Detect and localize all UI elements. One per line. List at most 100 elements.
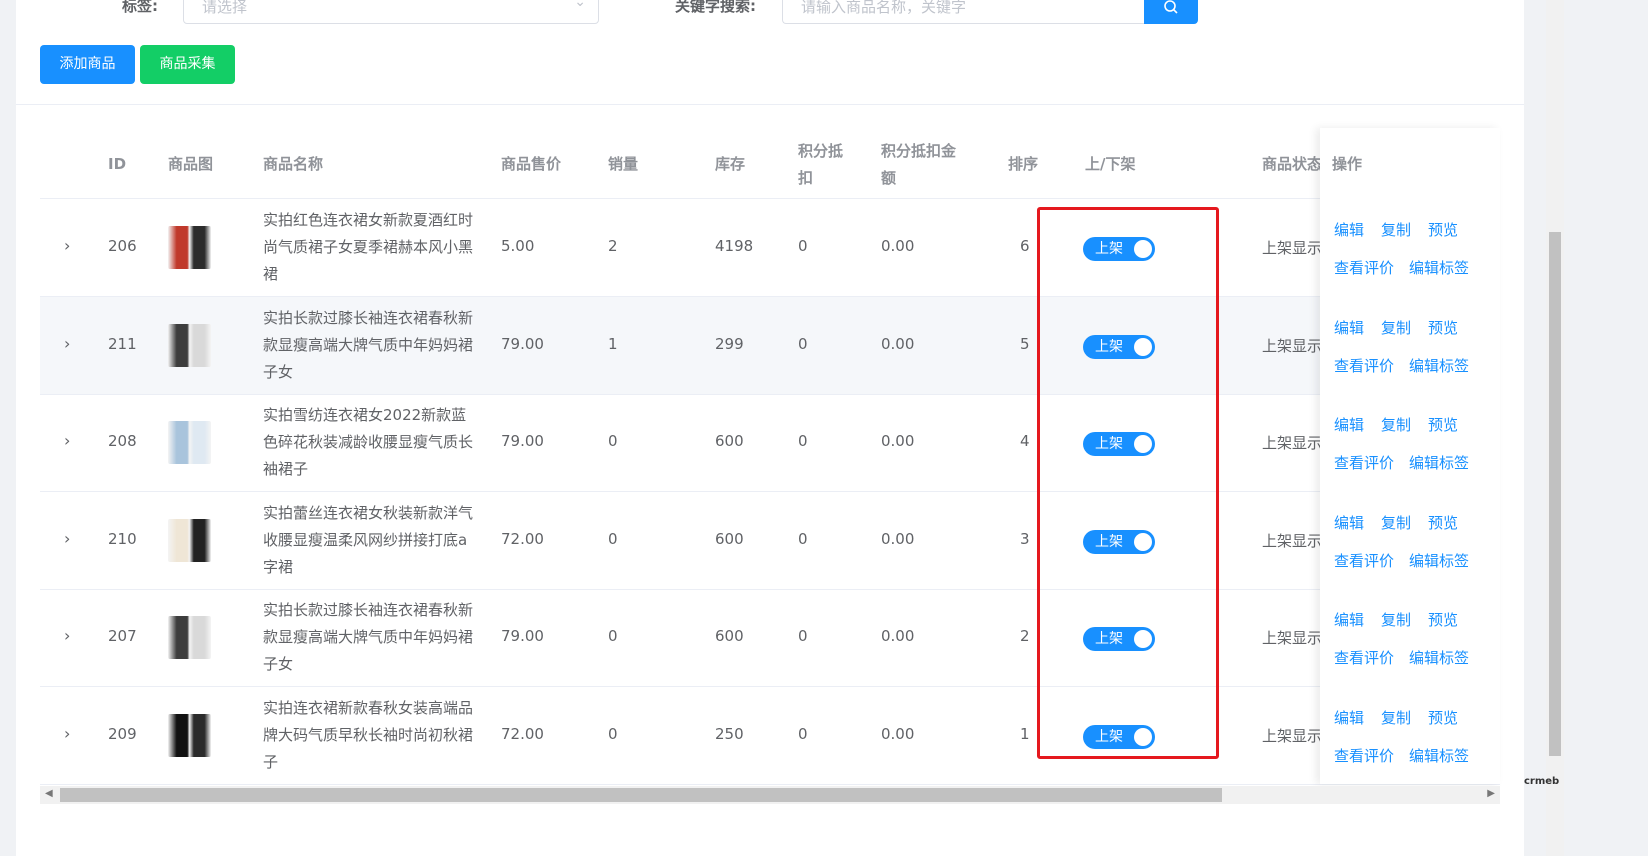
th-ops: 操作 xyxy=(1332,155,1363,173)
view-reviews-link[interactable]: 查看评价 xyxy=(1334,355,1394,376)
edit-tags-link[interactable]: 编辑标签 xyxy=(1409,647,1469,668)
cell-status: 上架显示 xyxy=(1262,239,1323,257)
cell-sort: 3 xyxy=(1020,529,1030,548)
cell-product-name: 实拍连衣裙新款春秋女装高端品牌大码气质早秋长袖时尚初秋裙子 xyxy=(263,698,474,771)
preview-link[interactable]: 预览 xyxy=(1428,609,1458,630)
search-button[interactable] xyxy=(1144,0,1198,24)
th-image: 商品图 xyxy=(168,155,214,173)
table-row: › 208 实拍雪纺连衣裙女2022新款蓝色碎花秋装减龄收腰显瘦气质长袖裙子 7… xyxy=(40,394,1500,492)
watermark: crmeb xyxy=(1524,776,1560,787)
edit-tags-link[interactable]: 编辑标签 xyxy=(1409,745,1469,766)
vertical-scrollbar[interactable] xyxy=(1546,0,1564,856)
edit-tags-link[interactable]: 编辑标签 xyxy=(1409,452,1469,473)
expand-row-icon[interactable]: › xyxy=(64,334,70,353)
cell-sales: 0 xyxy=(608,432,618,450)
copy-link[interactable]: 复制 xyxy=(1381,317,1411,338)
cell-points: 0 xyxy=(798,529,808,548)
th-points-deduct-line2: 扣 xyxy=(798,169,814,187)
edit-link[interactable]: 编辑 xyxy=(1334,609,1364,630)
edit-link[interactable]: 编辑 xyxy=(1334,219,1364,240)
cell-points-amount: 0.00 xyxy=(881,237,915,255)
product-thumbnail[interactable] xyxy=(168,323,211,367)
cell-status: 上架显示 xyxy=(1262,629,1323,647)
cell-points-amount: 0.00 xyxy=(881,627,915,645)
horizontal-scroll-thumb[interactable] xyxy=(60,788,1222,802)
th-points-amount-line2: 额 xyxy=(881,169,897,187)
cell-price: 5.00 xyxy=(501,237,535,255)
view-reviews-link[interactable]: 查看评价 xyxy=(1334,647,1394,668)
view-reviews-link[interactable]: 查看评价 xyxy=(1334,550,1394,571)
keyword-search-label: 关键字搜索: xyxy=(675,0,756,15)
collect-product-button[interactable]: 商品采集 xyxy=(140,45,235,84)
cell-price: 79.00 xyxy=(501,334,544,353)
edit-link[interactable]: 编辑 xyxy=(1334,414,1364,435)
cell-price: 79.00 xyxy=(501,432,544,450)
cell-sort: 6 xyxy=(1020,237,1030,255)
product-thumbnail[interactable] xyxy=(168,518,211,562)
expand-row-icon[interactable]: › xyxy=(64,626,70,645)
tag-select[interactable]: 请选择 ⌄ xyxy=(183,0,599,24)
preview-link[interactable]: 预览 xyxy=(1428,414,1458,435)
product-thumbnail[interactable] xyxy=(168,421,211,464)
expand-row-icon[interactable]: › xyxy=(64,724,70,743)
cell-id: 210 xyxy=(108,529,137,548)
copy-link[interactable]: 复制 xyxy=(1381,512,1411,533)
cell-sort: 5 xyxy=(1020,334,1030,353)
copy-link[interactable]: 复制 xyxy=(1381,414,1411,435)
edit-link[interactable]: 编辑 xyxy=(1334,512,1364,533)
search-icon xyxy=(1164,0,1178,14)
vertical-scroll-thumb[interactable] xyxy=(1549,232,1561,756)
add-product-button[interactable]: 添加商品 xyxy=(40,45,135,84)
edit-link[interactable]: 编辑 xyxy=(1334,707,1364,728)
preview-link[interactable]: 预览 xyxy=(1428,219,1458,240)
table-row: › 206 实拍红色连衣裙女新款夏酒红时尚气质裙子女夏季裙赫本风小黑裙 5.00… xyxy=(40,199,1500,297)
view-reviews-link[interactable]: 查看评价 xyxy=(1334,745,1394,766)
expand-row-icon[interactable]: › xyxy=(64,431,70,450)
table-row: › 207 实拍长款过膝长袖连衣裙春秋新款显瘦高端大牌气质中年妈妈裙子女 79.… xyxy=(40,589,1500,687)
product-thumbnail[interactable] xyxy=(168,616,211,659)
cell-points: 0 xyxy=(798,432,808,450)
cell-id: 207 xyxy=(108,627,137,645)
view-reviews-link[interactable]: 查看评价 xyxy=(1334,452,1394,473)
cell-sort: 1 xyxy=(1020,724,1030,743)
copy-link[interactable]: 复制 xyxy=(1381,707,1411,728)
cell-status: 上架显示 xyxy=(1262,531,1323,550)
cell-points: 0 xyxy=(798,724,808,743)
keyword-search-input[interactable]: 请输入商品名称，关键字 xyxy=(782,0,1144,24)
cell-stock: 250 xyxy=(715,724,744,743)
copy-link[interactable]: 复制 xyxy=(1381,609,1411,630)
cell-status: 上架显示 xyxy=(1262,336,1323,355)
th-price: 商品售价 xyxy=(501,155,562,173)
view-reviews-link[interactable]: 查看评价 xyxy=(1334,257,1394,278)
expand-row-icon[interactable]: › xyxy=(64,529,70,548)
product-thumbnail[interactable] xyxy=(168,713,211,757)
cell-points: 0 xyxy=(798,334,808,353)
scroll-left-icon[interactable]: ◀ xyxy=(45,788,53,799)
edit-tags-link[interactable]: 编辑标签 xyxy=(1409,257,1469,278)
cell-points-amount: 0.00 xyxy=(881,529,915,548)
preview-link[interactable]: 预览 xyxy=(1428,707,1458,728)
cell-sort: 4 xyxy=(1020,432,1030,450)
cell-sales: 0 xyxy=(608,724,618,743)
cell-id: 211 xyxy=(108,334,137,353)
cell-sales: 0 xyxy=(608,627,618,645)
cell-points-amount: 0.00 xyxy=(881,334,915,353)
preview-link[interactable]: 预览 xyxy=(1428,317,1458,338)
product-thumbnail[interactable] xyxy=(168,226,211,269)
cell-stock: 4198 xyxy=(715,237,754,255)
ops-column: 操作 编辑 复制 预览 查看评价 编辑标签 编辑 复制 预览 查看评价 编辑标签… xyxy=(1320,128,1500,784)
table-row: › 209 实拍连衣裙新款春秋女装高端品牌大码气质早秋长袖时尚初秋裙子 72.0… xyxy=(40,687,1500,785)
expand-row-icon[interactable]: › xyxy=(64,236,70,255)
copy-link[interactable]: 复制 xyxy=(1381,219,1411,240)
edit-link[interactable]: 编辑 xyxy=(1334,317,1364,338)
th-stock: 库存 xyxy=(715,155,746,173)
tag-filter-label: 标签: xyxy=(122,0,158,15)
edit-tags-link[interactable]: 编辑标签 xyxy=(1409,355,1469,376)
cell-id: 209 xyxy=(108,724,137,743)
scroll-right-icon[interactable]: ▶ xyxy=(1487,788,1495,799)
horizontal-scrollbar[interactable]: ◀ ▶ xyxy=(40,786,1500,804)
preview-link[interactable]: 预览 xyxy=(1428,512,1458,533)
th-points-deduct: 积分抵 xyxy=(798,142,844,160)
keyword-search-placeholder: 请输入商品名称，关键字 xyxy=(801,0,967,16)
edit-tags-link[interactable]: 编辑标签 xyxy=(1409,550,1469,571)
